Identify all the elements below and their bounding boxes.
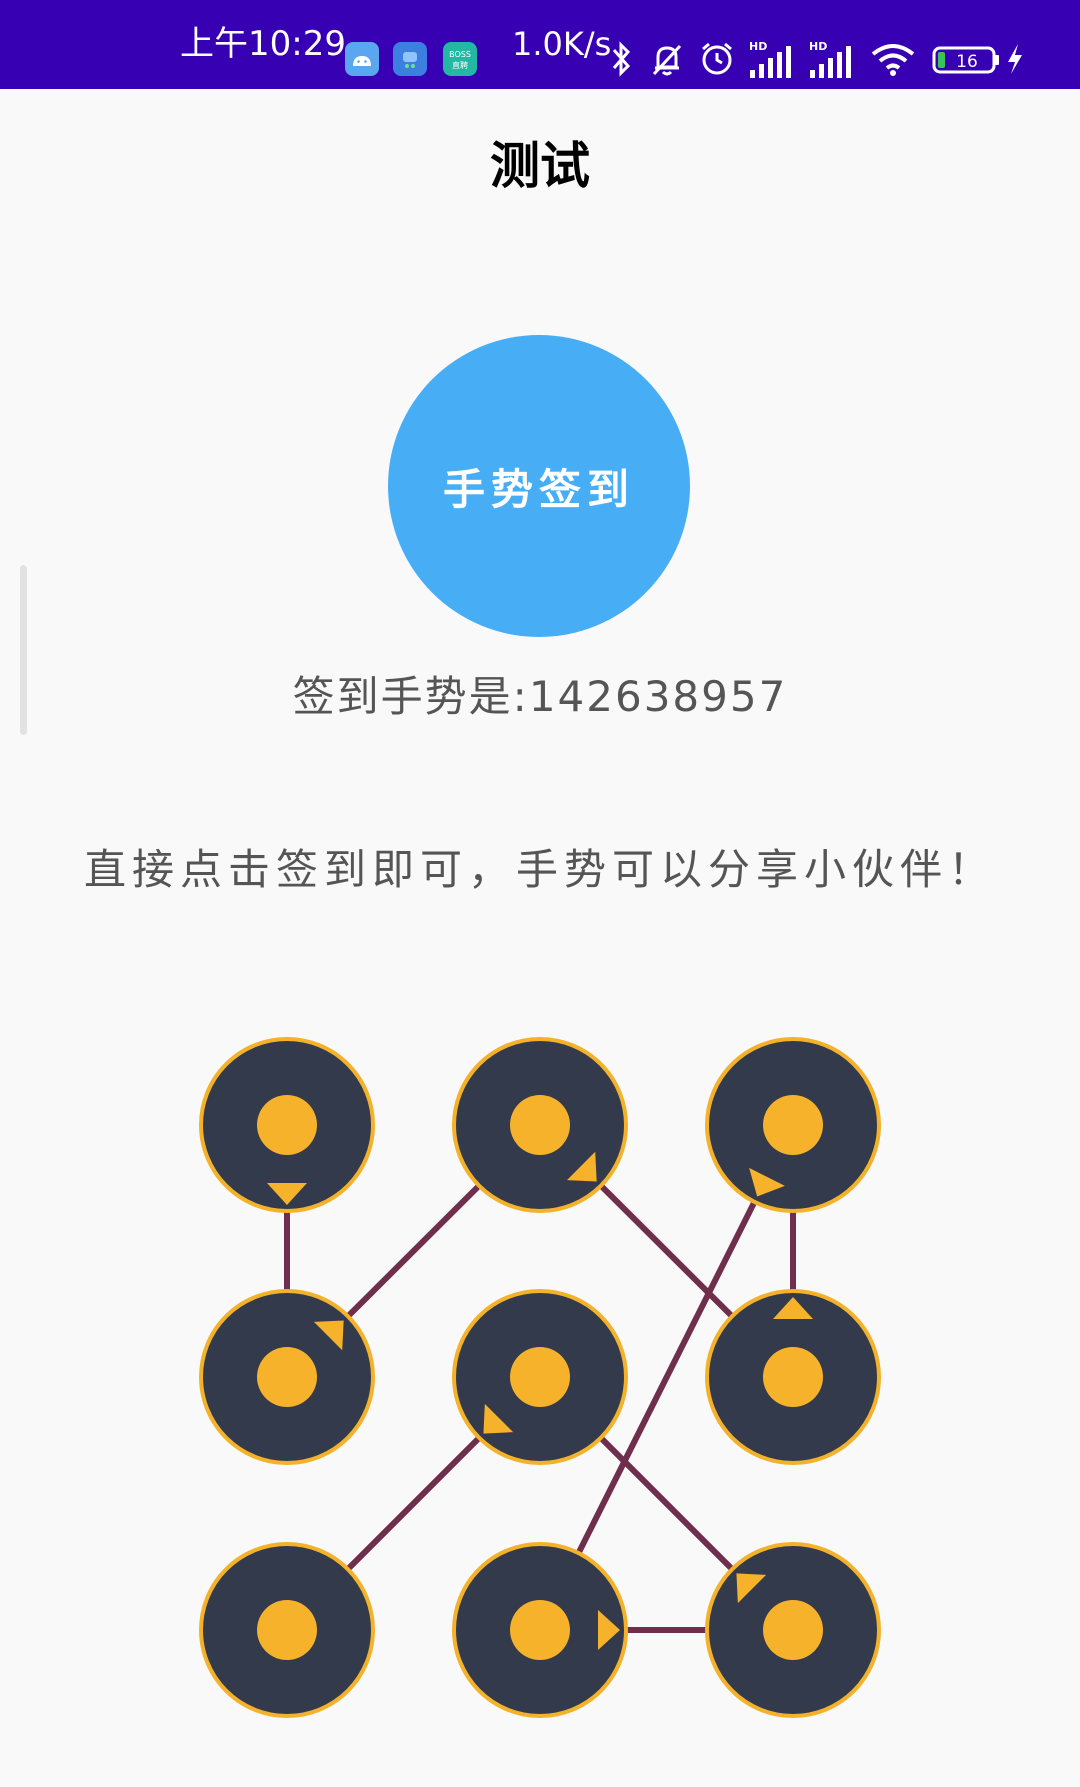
status-bar: 上午10:29 BOSS 直聘 1.0K/s HD HD 16 bbox=[0, 0, 1080, 89]
mute-bell-icon bbox=[652, 44, 682, 76]
pattern-node-5[interactable] bbox=[452, 1289, 628, 1465]
pattern-node-8[interactable] bbox=[452, 1542, 628, 1718]
svg-text:HD: HD bbox=[809, 40, 827, 53]
app-icon bbox=[393, 42, 427, 76]
svg-text:BOSS: BOSS bbox=[449, 50, 471, 59]
gesture-pattern-lock[interactable] bbox=[150, 1000, 930, 1760]
pattern-node-2[interactable] bbox=[452, 1037, 628, 1213]
pattern-node-dot bbox=[510, 1600, 570, 1660]
status-time: 上午10:29 bbox=[180, 24, 346, 64]
signal-hd-icon: HD bbox=[809, 40, 851, 78]
svg-text:HD: HD bbox=[749, 40, 767, 53]
pattern-node-dot bbox=[763, 1600, 823, 1660]
bluetooth-icon bbox=[612, 41, 631, 77]
alarm-icon bbox=[702, 42, 732, 75]
pattern-node-dot bbox=[763, 1347, 823, 1407]
svg-text:直聘: 直聘 bbox=[452, 60, 468, 70]
pattern-node-7[interactable] bbox=[199, 1542, 375, 1718]
boss-zhipin-icon: BOSS 直聘 bbox=[443, 42, 477, 76]
pattern-node-dot bbox=[763, 1095, 823, 1155]
pattern-node-1[interactable] bbox=[199, 1037, 375, 1213]
pattern-node-dot bbox=[257, 1347, 317, 1407]
pattern-node-dot bbox=[257, 1095, 317, 1155]
wifi-icon bbox=[871, 44, 915, 76]
signal-hd-icon: HD bbox=[749, 40, 791, 78]
gesture-code-text: 签到手势是:142638957 bbox=[292, 672, 788, 721]
pattern-node-4[interactable] bbox=[199, 1289, 375, 1465]
network-speed: 1.0K/s bbox=[512, 25, 612, 63]
pattern-node-dot bbox=[257, 1600, 317, 1660]
android-icon bbox=[345, 42, 379, 76]
pattern-node-6[interactable] bbox=[705, 1289, 881, 1465]
pattern-node-9[interactable] bbox=[705, 1542, 881, 1718]
hint-text: 直接点击签到即可，手势可以分享小伙伴！ bbox=[83, 845, 996, 894]
gesture-sign-in-button[interactable]: 手势签到 bbox=[388, 335, 690, 637]
pattern-node-dot bbox=[510, 1095, 570, 1155]
charging-icon bbox=[1008, 44, 1022, 74]
pattern-node-dot bbox=[510, 1347, 570, 1407]
page-title: 测试 bbox=[490, 137, 590, 195]
svg-text:16: 16 bbox=[956, 52, 978, 72]
pattern-node-3[interactable] bbox=[705, 1037, 881, 1213]
battery-icon: 16 bbox=[932, 46, 999, 74]
